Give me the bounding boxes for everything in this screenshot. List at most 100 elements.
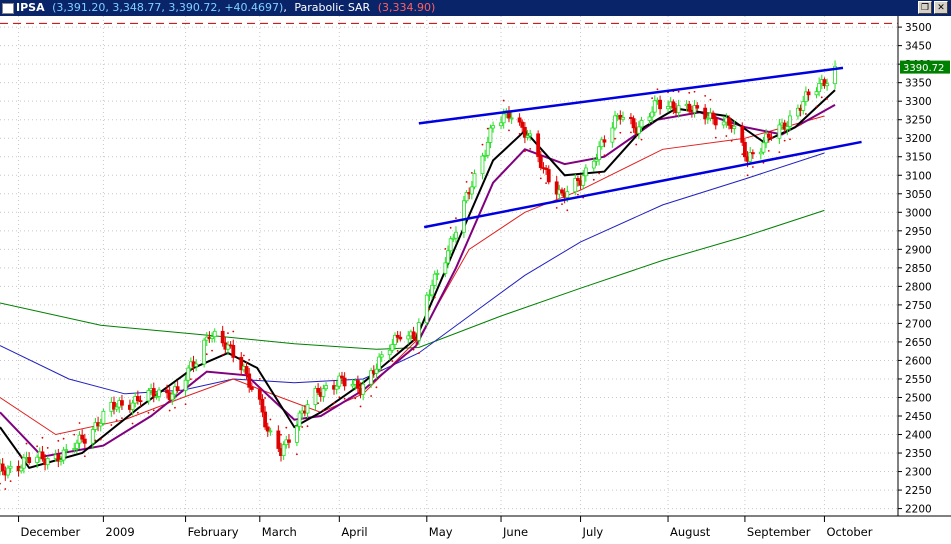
sar-dot [651,97,654,100]
sar-dot [168,409,171,412]
sar-dot [545,182,547,185]
candle-body [130,402,135,410]
candle-body [732,125,737,129]
sar-dot [131,422,134,425]
y-tick-label: 2250 [905,485,932,497]
candle-body [610,127,615,143]
y-tick-label: 2700 [905,318,932,330]
candle-body [520,121,525,128]
candle-body [766,133,771,138]
candle-body [212,330,217,338]
sar-dot [78,422,81,424]
candle-body [581,175,586,186]
candle-body [249,386,254,390]
y-tick-label: 2450 [905,411,932,423]
candle-body [183,379,188,391]
candle-body [727,117,731,126]
x-axis-label: October [826,525,872,539]
y-tick-label: 3350 [905,78,932,90]
last-price-marker: 3390.72 [900,60,950,74]
y-tick-label: 2200 [905,504,932,516]
candle-body [138,400,143,403]
candle-body [713,118,718,126]
candle-body [8,465,13,469]
candle-body [305,404,310,414]
sar-dot [704,95,707,97]
sar-dot [417,352,420,355]
candle-body [517,117,522,123]
sar-value: (3,334.90) [377,1,436,14]
y-tick-label: 3200 [905,133,932,145]
candle-body [374,368,379,374]
candle-body [74,442,79,449]
sar-dot [815,105,818,108]
y-tick-label: 2350 [905,448,932,460]
candle-body [268,430,273,433]
sar-dot [280,433,282,436]
candle-body [263,411,267,428]
sar-dot [433,296,436,299]
sar-dot [232,330,235,333]
candle-body [146,390,151,402]
candle-body [379,354,384,358]
sar-dot [518,133,521,135]
y-tick-label: 2900 [905,244,932,256]
sar-dot [195,378,198,381]
sar-dot [751,166,754,168]
candle-body [785,126,790,130]
sar-dot [783,139,786,142]
candle-body [639,120,644,128]
y-tick-label: 2400 [905,430,932,442]
candle-body [650,111,655,118]
candle-body [565,191,570,198]
candle-body [186,367,191,381]
x-axis-label: August [670,525,711,539]
candle-body [276,430,281,449]
restore-window-button[interactable]: ❐ [918,1,932,14]
candle-body [157,389,161,397]
candle-body [6,467,10,476]
candle-body [621,117,625,120]
x-axis-label: June [502,525,528,539]
sar-dot [115,419,118,422]
sar-dot [4,488,7,490]
price-chart[interactable]: 2200 2250 2300 2350 2400 2450 2500 2550 2600 2650… [0,16,951,544]
y-tick-label: 3100 [905,170,932,182]
sar-dot [296,453,298,456]
candle-body [387,349,392,356]
sar-dot [481,143,484,146]
candle-body [788,115,792,127]
sar-dot [566,209,569,212]
sar-dot [826,98,828,100]
sar-dot [598,172,601,175]
x-axis-label: May [429,525,453,539]
sar-dot [539,177,542,180]
sar-dot [746,174,749,177]
x-axis-label: 2009 [105,525,134,539]
sar-dot [799,123,802,126]
candle-body [546,169,551,183]
candle-body [676,105,681,114]
sar-dot [359,405,362,408]
sar-dot [508,129,510,132]
candle-body [472,173,477,188]
candle-body [448,238,453,252]
candle-body [769,136,774,139]
candle-body [411,331,416,339]
sar-dot [46,447,49,449]
y-tick-label: 2550 [905,374,932,386]
sar-dot [555,206,558,209]
sar-dot [407,351,410,354]
sar-dot [635,143,638,146]
sar-dot [502,99,505,102]
x-axis-label: September [747,525,811,539]
candle-body [265,426,270,432]
candle-body [64,449,69,452]
sar-dot [343,397,346,400]
sar-dot [184,403,187,406]
candle-body [21,457,26,469]
close-window-button[interactable]: ✕ [934,1,948,14]
candle-body [80,434,85,440]
sar-dot [121,417,123,420]
y-tick-label: 3000 [905,207,932,219]
